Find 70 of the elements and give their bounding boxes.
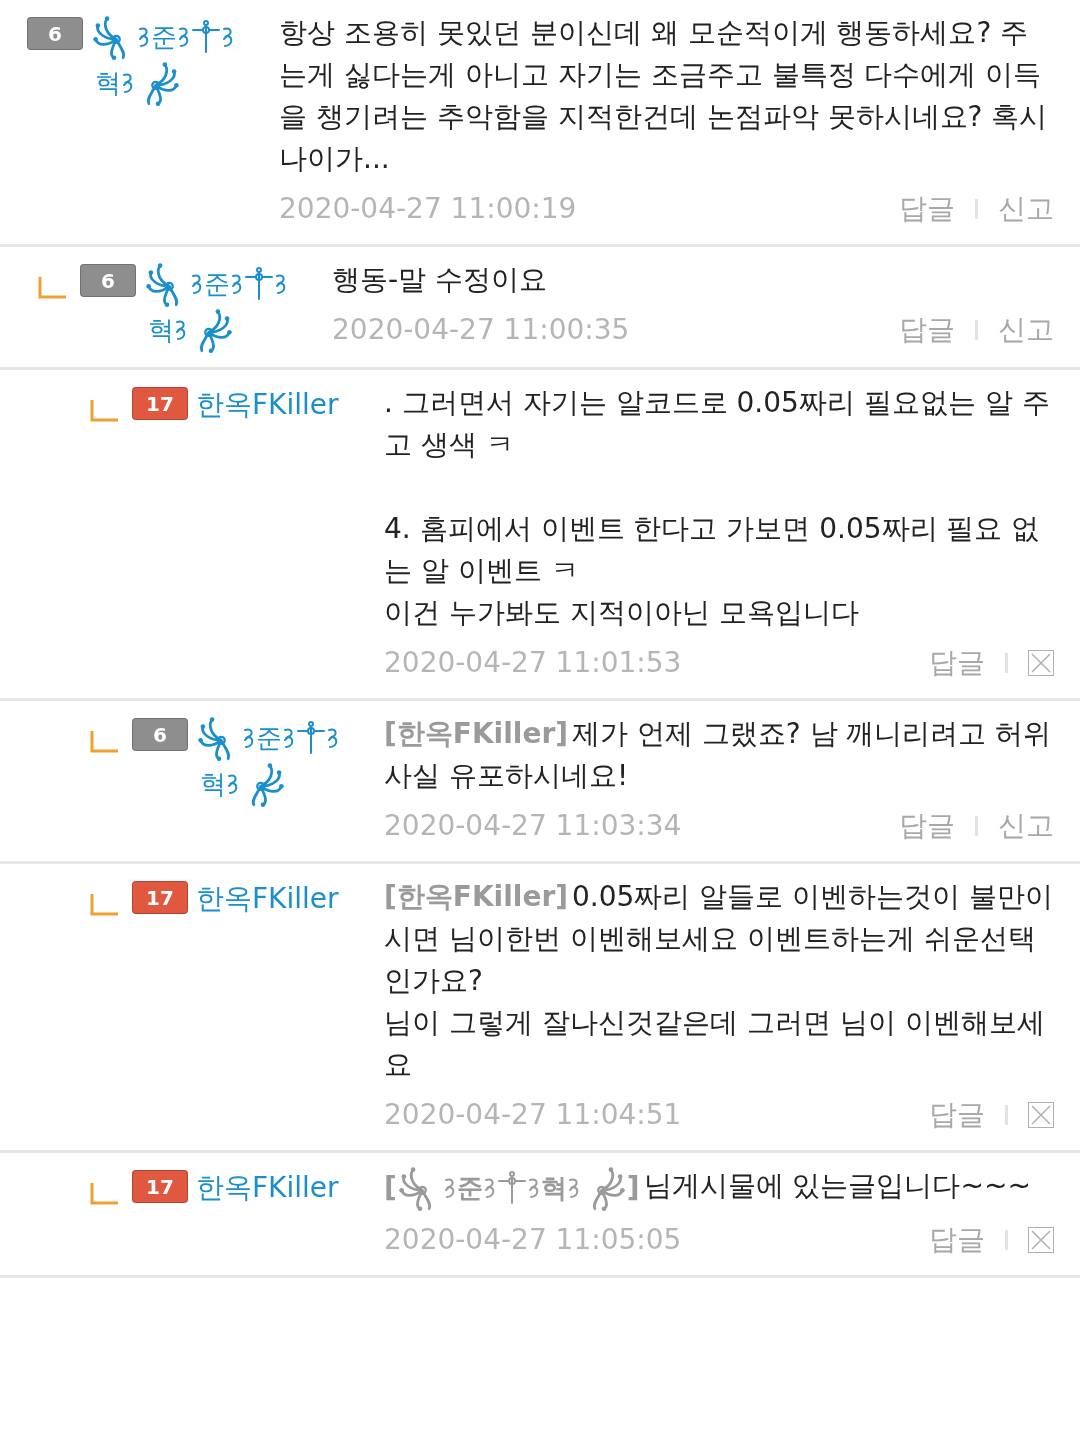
dagger-ornament-icon <box>244 267 274 301</box>
mention-bracket: [ <box>384 1170 397 1206</box>
action-link[interactable]: 답글 <box>929 1219 985 1261</box>
level-badge: 6 <box>80 264 136 297</box>
action-link[interactable]: 신고 <box>998 188 1054 230</box>
curl-ornament-icon <box>230 272 244 296</box>
nickname-character: 준 <box>151 20 177 54</box>
nickname[interactable]: 한옥FKiller <box>396 713 556 755</box>
curl-ornament-icon <box>442 1176 457 1200</box>
curl-ornament-icon <box>482 1176 497 1200</box>
curl-ornament-icon <box>526 1176 541 1200</box>
level-badge: 6 <box>132 718 188 751</box>
comment-text: 행동-말 수정이요 <box>332 262 548 298</box>
comment-text: 항상 조용히 못있던 분이신데 왜 모순적이게 행동하세요? 주는게 싫다는게 아니고 자기는 조금주고 불특정 다수에게 이득을 챙기려는 추악함을 지적한건데 논점파악 못하시네요? 혹시 나이가... <box>279 15 1049 177</box>
mention-bracket: ] <box>555 716 568 752</box>
mention-bracket: ] <box>555 879 568 915</box>
action-link[interactable]: 신고 <box>998 805 1054 847</box>
mention-bracket: [ <box>384 716 397 752</box>
comment-text: [ 준 혁 ]님게시물에 있는글입니다~~~ <box>384 1165 1054 1211</box>
nickname-character: 혁 <box>200 767 226 801</box>
action-link[interactable]: 답글 <box>899 805 955 847</box>
curl-ornament-icon <box>242 726 256 750</box>
nickname-character: 준 <box>256 721 282 755</box>
curl-ornament-icon <box>137 25 151 49</box>
curl-ornament-icon <box>177 25 191 49</box>
curl-ornament-icon <box>282 726 296 750</box>
comment-date: 2020-04-27 11:04:51 <box>384 1097 683 1133</box>
curl-ornament-icon <box>326 726 340 750</box>
curl-ornament-icon <box>121 71 135 95</box>
comment-text: . 그러면서 자기는 알코드로 0.05짜리 필요없는 알 주고 생색 ㅋ <box>384 385 1051 463</box>
nickname[interactable]: 한옥FKiller <box>196 1171 339 1204</box>
mention-bracket: ] <box>626 1170 640 1206</box>
action-link[interactable]: 답글 <box>929 642 985 684</box>
nickname-character: 준 <box>204 267 230 301</box>
comment-text: 4. 홈피에서 이벤트 한다고 가보면 0.05짜리 필요 없는 알 이벤트 ㅋ 이건 누가봐도 지적이아닌 모욕입니다 <box>384 511 1041 631</box>
comment-date: 2020-04-27 11:05:05 <box>384 1222 683 1258</box>
comment-date: 2020-04-27 11:01:53 <box>384 645 683 681</box>
comment-date: 2020-04-27 11:00:35 <box>332 312 631 348</box>
nickname[interactable]: 한옥FKiller <box>196 882 339 915</box>
level-badge: 17 <box>132 387 188 420</box>
nickname[interactable]: 한옥FKiller <box>396 876 556 918</box>
level-badge: 17 <box>132 881 188 914</box>
comment-date: 2020-04-27 11:03:34 <box>384 808 683 844</box>
dagger-ornament-icon <box>191 20 221 54</box>
curl-ornament-icon <box>566 1176 581 1200</box>
curl-ornament-icon <box>226 772 240 796</box>
action-link[interactable]: 답글 <box>929 1094 985 1136</box>
curl-ornament-icon <box>274 272 288 296</box>
nickname[interactable]: 한옥FKiller <box>196 388 339 421</box>
mention-bracket: [ <box>384 879 397 915</box>
level-badge: 17 <box>132 1170 188 1203</box>
curl-ornament-icon <box>221 25 235 49</box>
dagger-ornament-icon <box>296 721 326 755</box>
nickname-character: 혁 <box>540 1172 567 1205</box>
nickname-character: 혁 <box>95 66 121 100</box>
nickname-character: 혁 <box>148 313 174 347</box>
delete-icon[interactable] <box>1028 1227 1054 1253</box>
comment-text: [한옥FKiller]제가 언제 그랬죠? 남 깨니리려고 허위사실 유포하시네요! <box>384 713 1054 797</box>
delete-icon[interactable] <box>1028 1102 1054 1128</box>
curl-ornament-icon <box>174 318 188 342</box>
action-link[interactable]: 신고 <box>998 309 1054 351</box>
curl-ornament-icon <box>190 272 204 296</box>
delete-icon[interactable] <box>1028 650 1054 676</box>
action-link[interactable]: 답글 <box>899 188 955 230</box>
action-link[interactable]: 답글 <box>899 309 955 351</box>
nickname-character: 준 <box>456 1172 483 1205</box>
dagger-ornament-icon <box>496 1171 527 1205</box>
comment-date: 2020-04-27 11:00:19 <box>279 191 578 227</box>
comment-text: [한옥FKiller]0.05짜리 알들로 이벤하는것이 불만이시면 님이한번 이벤해보세요 이벤트하는게 쉬운선택인가요? 님이 그렇게 잘나신것같은데 그러면 님이 이벤해보세요 <box>384 876 1054 1086</box>
level-badge: 6 <box>27 17 83 50</box>
